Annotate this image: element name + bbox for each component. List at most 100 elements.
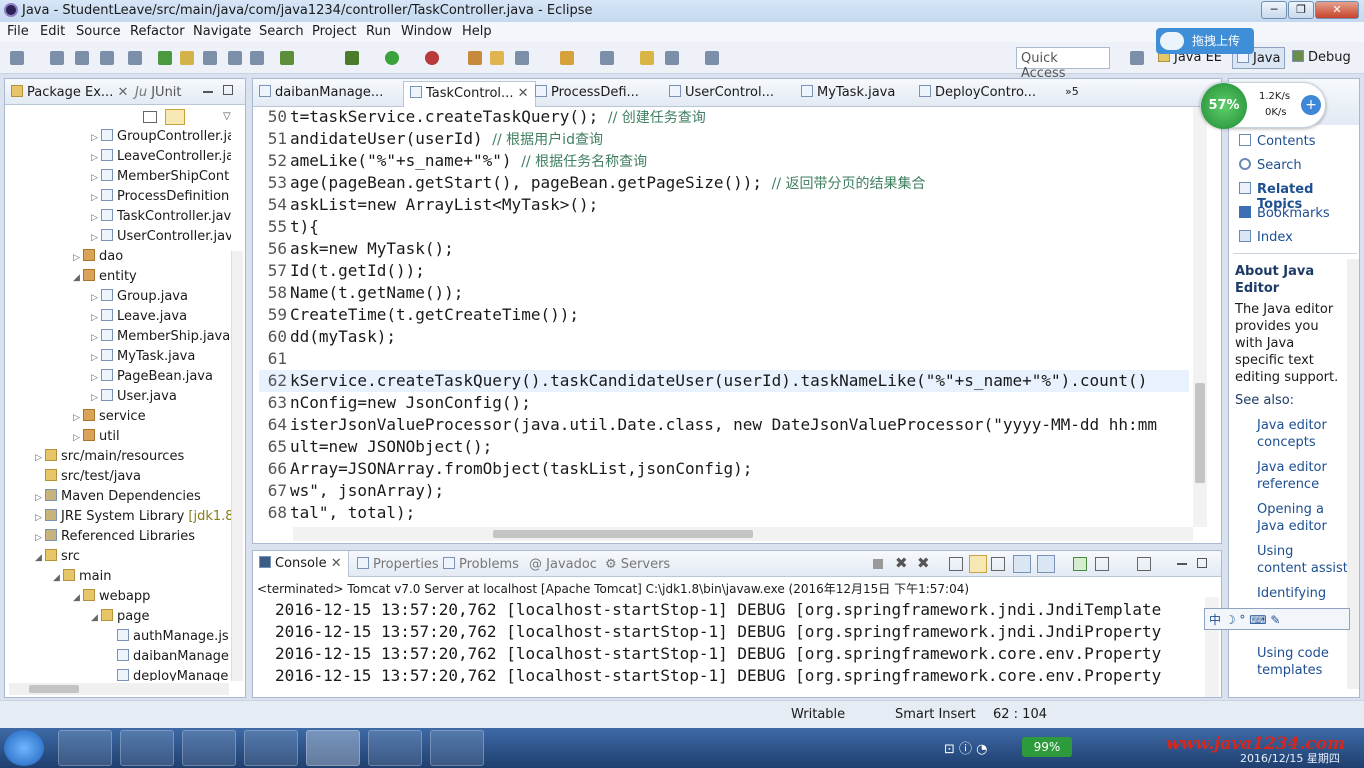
tab-servers[interactable]: ⚙ Servers [605,557,670,572]
show-stderr-icon[interactable] [1037,555,1055,573]
taskbar-app-chrome-icon[interactable] [244,730,298,766]
print-icon[interactable] [75,51,89,65]
help-link-index[interactable]: Index [1257,230,1293,245]
tab-junit[interactable]: Ju JUnit [135,85,182,100]
skip-breakpoints-icon[interactable] [128,51,142,65]
open-type-icon[interactable] [180,51,194,65]
tree-item-leave[interactable]: ▷ Leave.java [91,309,187,324]
help-link-contents[interactable]: Contents [1257,134,1315,149]
new-icon[interactable] [10,51,24,65]
minimize-view-icon[interactable] [1177,563,1187,565]
editor-horizontal-scrollbar[interactable] [293,527,1193,541]
open-folder-icon[interactable] [490,51,504,65]
menu-file[interactable]: File [7,24,29,39]
editor-vertical-scrollbar[interactable] [1193,107,1207,527]
last-edit-icon[interactable] [640,51,654,65]
run-icon[interactable] [385,51,399,65]
tree-item-service[interactable]: ▷ service [73,409,146,424]
search-tool-icon[interactable] [515,51,529,65]
tree-item-src-main-resources[interactable]: ▷ src/main/resources [35,449,184,464]
tree-item-processdefinition[interactable]: ▷ ProcessDefinition [91,189,229,204]
close-icon[interactable]: ✕ [518,86,529,101]
new-package-icon[interactable] [468,51,482,65]
tab-usercontroller[interactable]: UserControl... [669,85,774,100]
minimize-button[interactable]: ─ [1261,1,1287,19]
tree-item-src-test-java[interactable]: src/test/java [35,469,141,484]
tree-item-src[interactable]: ◢ src [35,549,80,564]
menu-edit[interactable]: Edit [40,24,65,39]
quick-access-input[interactable]: Quick Access [1016,47,1110,81]
tree-item-daibanmanage[interactable]: daibanManage [117,649,229,664]
block-select-icon[interactable] [250,51,264,65]
menu-project[interactable]: Project [312,24,356,39]
taskbar-app-photos-icon[interactable] [58,730,112,766]
tree-item-authmanage[interactable]: authManage.js [117,629,229,644]
maximize-button[interactable]: ❐ [1288,1,1314,19]
scroll-thumb[interactable] [29,685,79,693]
tree-item-pagebean[interactable]: ▷ PageBean.java [91,369,213,384]
pin-console-icon[interactable] [1073,557,1087,571]
next-annotation-icon[interactable] [560,51,574,65]
tree-item-mytask[interactable]: ▷ MyTask.java [91,349,195,364]
taskbar-app-firefox-icon[interactable] [430,730,484,766]
tree-item-group[interactable]: ▷ Group.java [91,289,188,304]
close-button[interactable]: ✕ [1315,1,1359,19]
tab-daibanmanage[interactable]: daibanManage... [259,85,383,100]
code-area[interactable]: 50 t=taskService.createTaskQuery(); // 创建… [259,106,1189,526]
new-java-project-icon[interactable] [158,51,172,65]
tab-problems[interactable]: Problems [443,557,519,572]
help-ref-java-editor-reference[interactable]: Java editor reference [1257,459,1327,493]
battery-indicator[interactable]: 99% [1022,737,1072,757]
help-ref-content-assist[interactable]: Using content assist [1257,543,1348,577]
display-console-icon[interactable] [1095,557,1109,571]
horizontal-scrollbar[interactable] [9,683,229,695]
terminate-icon[interactable] [873,559,883,569]
tree-item-taskcontroller[interactable]: ▷ TaskController.jav [91,209,231,224]
save-icon[interactable] [50,51,64,65]
forward-icon[interactable] [705,51,719,65]
console-icon[interactable] [100,51,114,65]
remove-launch-icon[interactable]: ✖ [895,554,908,572]
tree-item-webapp[interactable]: ◢ webapp [73,589,150,604]
maximize-view-icon[interactable] [223,85,233,95]
menu-source[interactable]: Source [76,24,121,39]
perspective-debug[interactable]: Debug [1292,50,1351,65]
help-ref-java-editor-concepts[interactable]: Java editor concepts [1257,417,1327,451]
tab-deploycontroller[interactable]: DeployContro... [919,85,1036,100]
network-monitor-widget[interactable]: 57% 1.2K/s 0K/s + [1200,82,1326,129]
tab-javadoc[interactable]: @ Javadoc [529,557,597,572]
help-ref-opening-java-editor[interactable]: Opening a Java editor [1257,501,1327,535]
tree-item-leavecontroller[interactable]: ▷ LeaveController.ja [91,149,231,164]
start-button[interactable] [4,730,44,766]
tree-item-user[interactable]: ▷ User.java [91,389,177,404]
tab-console[interactable]: Console ✕ [253,551,349,577]
tree-item-membership[interactable]: ▷ MemberShip.java [91,329,230,344]
ime-toolbar[interactable]: 中 ☽ ° ⌨ ✎ [1204,608,1350,630]
word-wrap-icon[interactable] [991,557,1005,571]
remove-all-icon[interactable]: ✖ [917,554,930,572]
tab-taskcontroller[interactable]: TaskControl... ✕ [403,81,536,107]
tab-package-explorer[interactable]: Package Ex... ✕ [11,85,128,100]
menu-help[interactable]: Help [462,24,492,39]
tree-item-page[interactable]: ◢ page [91,609,149,624]
view-menu-icon[interactable]: ▽ [223,111,231,122]
close-icon[interactable]: ✕ [331,556,342,571]
taskbar-app-word-icon[interactable] [120,730,174,766]
help-link-search[interactable]: Search [1257,158,1302,173]
scroll-thumb[interactable] [493,530,753,538]
console-output[interactable]: 2016-12-15 13:57:20,762 [localhost-start… [253,597,1203,697]
server-icon[interactable] [280,51,294,65]
close-icon[interactable]: ✕ [117,85,128,100]
tree-item-maven-dependencies[interactable]: ▷ Maven Dependencies [35,489,201,504]
tree-item-usercontroller[interactable]: ▷ UserController.jav [91,229,231,244]
minimize-view-icon[interactable] [203,91,213,93]
coverage-icon[interactable] [425,51,439,65]
help-ref-code-templates[interactable]: Using code templates [1257,645,1329,679]
prev-annotation-icon[interactable] [600,51,614,65]
open-console-icon[interactable] [1137,557,1151,571]
tree-item-groupcontroller[interactable]: ▷ GroupController.ja [91,129,231,144]
collapse-all-icon[interactable] [143,111,157,123]
clear-console-icon[interactable] [949,557,963,571]
menu-refactor[interactable]: Refactor [130,24,185,39]
menu-window[interactable]: Window [401,24,452,39]
